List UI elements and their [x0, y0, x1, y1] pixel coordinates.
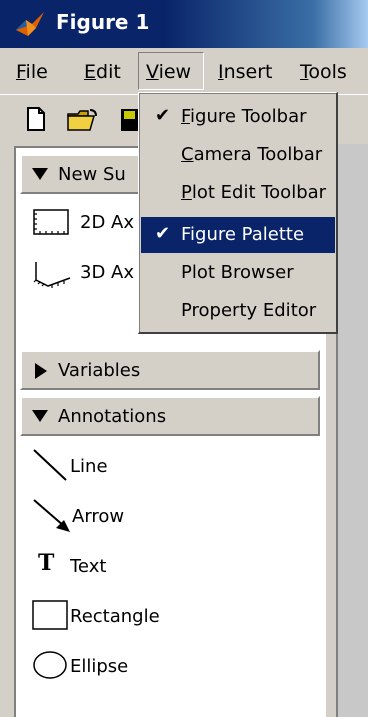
open-folder-icon[interactable]	[66, 108, 100, 132]
rectangle-icon	[32, 600, 68, 630]
axes-3d-icon	[33, 262, 71, 288]
check-icon: ✔	[155, 105, 171, 126]
save-icon[interactable]	[120, 108, 138, 132]
menu-edit[interactable]: Edit	[84, 61, 121, 83]
figure-canvas-area	[336, 144, 368, 717]
menu-tools[interactable]: Tools	[300, 61, 347, 83]
view-menu-property-editor[interactable]: Property Editor	[141, 293, 335, 329]
view-menu-dropdown: ✔ Figure Toolbar Camera Toolbar Plot Edi…	[138, 92, 338, 334]
annotation-item-text[interactable]: Text	[70, 556, 106, 577]
annotation-item-rectangle[interactable]: Rectangle	[70, 606, 160, 627]
menu-view[interactable]: View	[146, 61, 191, 83]
matlab-logo-icon	[16, 12, 44, 36]
menu-insert[interactable]: Insert	[218, 61, 273, 83]
view-menu-plot-browser[interactable]: Plot Browser	[141, 255, 335, 291]
section-variables[interactable]: Variables	[20, 350, 320, 390]
palette-item-3d-axes[interactable]: 3D Ax	[80, 262, 134, 283]
line-icon	[33, 449, 67, 481]
ellipse-icon	[33, 651, 67, 679]
section-annotations[interactable]: Annotations	[20, 396, 320, 436]
axes-2d-icon	[33, 209, 69, 235]
annotation-item-line[interactable]: Line	[70, 456, 108, 477]
view-menu-figure-toolbar[interactable]: ✔ Figure Toolbar	[141, 99, 335, 135]
new-file-icon[interactable]	[26, 106, 46, 132]
chevron-right-icon	[35, 363, 47, 379]
annotation-item-ellipse[interactable]: Ellipse	[70, 656, 128, 677]
palette-item-2d-axes[interactable]: 2D Ax	[80, 212, 134, 233]
window-title: Figure 1	[56, 10, 150, 34]
view-menu-figure-palette[interactable]: ✔ Figure Palette	[141, 217, 335, 253]
arrow-icon	[33, 499, 70, 532]
chevron-down-icon	[32, 410, 48, 422]
check-icon: ✔	[155, 223, 171, 244]
view-menu-camera-toolbar[interactable]: Camera Toolbar	[141, 137, 335, 173]
annotation-item-arrow[interactable]: Arrow	[72, 506, 124, 527]
chevron-down-icon	[32, 168, 48, 180]
view-menu-plot-edit-toolbar[interactable]: Plot Edit Toolbar	[141, 175, 335, 211]
text-icon: T	[38, 550, 55, 576]
menu-file[interactable]: File	[16, 61, 48, 83]
